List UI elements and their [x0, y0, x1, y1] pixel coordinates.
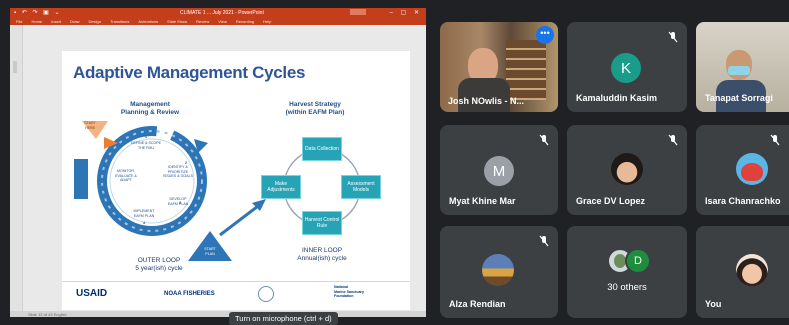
noaa-logo: NOAA FISHERIES [164, 291, 215, 297]
cycle-step: MONITOR, EVALUATE & ADAPT [115, 169, 137, 182]
foundation-logo: National Marine Sanctuary Foundation [334, 285, 364, 298]
participant-tile[interactable]: You [696, 226, 789, 318]
make-adjustments-box: Make Adjustments [261, 175, 301, 199]
participant-name: You [705, 299, 722, 309]
assessment-models-box: Assessment Models [341, 175, 381, 199]
more-options-icon[interactable]: ••• [536, 26, 554, 44]
participant-name: Isara Chanrachko [705, 196, 781, 206]
menu-item[interactable]: Design [88, 19, 100, 24]
menu-item[interactable]: Draw [70, 19, 79, 24]
avatar [482, 254, 514, 286]
bookshelf [506, 40, 546, 100]
person-shirt [458, 78, 510, 112]
participant-name: Alza Rendian [449, 299, 506, 309]
window-controls[interactable]: – ▢ ✕ [390, 9, 422, 16]
menu-item[interactable]: Slide Show [167, 19, 187, 24]
menu-item[interactable]: Home [31, 19, 42, 24]
menu-item[interactable]: Recording [236, 19, 254, 24]
logo-bar: USAID NOAA FISHERIES National Marine San… [62, 281, 410, 306]
menu-item[interactable]: Insert [51, 19, 61, 24]
participant-tile[interactable]: D 30 others [567, 226, 687, 318]
start-plan-label: START PLAN [204, 247, 216, 256]
menu-item[interactable]: Help [263, 19, 271, 24]
mic-off-icon [770, 134, 780, 146]
menu-item[interactable]: Animations [138, 19, 158, 24]
inner-loop-label: INNER LOOP Annual(ish) cycle [297, 247, 347, 262]
ppt-status-bar: Slide 12 of 43 English [10, 311, 426, 317]
participant-tile[interactable]: ••• Josh NOwlis - N... [440, 22, 558, 112]
participant-tile[interactable]: Grace DV Lopez [567, 125, 687, 215]
slide: Adaptive Management Cycles Management Pl… [62, 51, 410, 310]
harvest-heading: Harvest Strategy (within EAFM Plan) [285, 101, 345, 116]
participant-tile[interactable]: Isara Chanrachko [696, 125, 789, 215]
cycle-step: IMPLEMENT EAFM PLAN [133, 209, 155, 218]
participant-tile[interactable]: M Myat Khine Mar [440, 125, 558, 215]
microphone-tooltip: Turn on microphone (ctrl + d) [229, 312, 338, 325]
mic-off-icon [668, 134, 678, 146]
participant-name: Kamaluddin Kasim [576, 93, 658, 103]
window-title: CLIMATE 1 ... July 2021 - PowerPoint [180, 10, 264, 16]
participant-name: Josh NOwlis - N... [448, 96, 525, 106]
data-collection-box: Data Collection [302, 137, 342, 161]
shared-screen: ▪ ↶ ↷ ▣ ⌄ CLIMATE 1 ... July 2021 - Powe… [10, 8, 426, 317]
others-count: 30 others [607, 282, 647, 293]
avatar [736, 153, 768, 185]
thumbnail-scroll[interactable] [13, 61, 17, 73]
seal-icon [258, 286, 274, 302]
slide-thumbnail-pane[interactable] [10, 25, 23, 311]
share-button[interactable] [350, 9, 366, 15]
person-face [726, 50, 752, 80]
participant-tile[interactable]: Tanapat Sorragi [696, 22, 789, 112]
menu-item[interactable]: View [218, 19, 227, 24]
participant-name: Tanapat Sorragi [705, 93, 773, 103]
face-mask [728, 66, 750, 75]
start-plan-arrow [188, 199, 266, 261]
cycle-number: 4 [143, 221, 145, 225]
participant-tile[interactable]: Alza Rendian [440, 226, 558, 318]
avatar: M [484, 156, 514, 186]
mic-off-icon [539, 235, 549, 247]
powerpoint-title-bar: ▪ ↶ ↷ ▣ ⌄ CLIMATE 1 ... July 2021 - Powe… [10, 8, 426, 17]
menu-item[interactable]: Review [196, 19, 209, 24]
ribbon-menu: File Home Insert Draw Design Transitions… [10, 17, 426, 25]
participant-name: Myat Khine Mar [449, 196, 516, 206]
cycle-number: 5 [109, 201, 111, 205]
avatar [611, 153, 643, 185]
avatar [736, 254, 768, 286]
start-here-label: START HERE [84, 121, 96, 130]
cycle-step: DEFINE & SCOPE THE FMU [130, 141, 162, 150]
avatar: D [625, 248, 651, 274]
usaid-logo: USAID [76, 288, 108, 299]
quick-access-icons: ▪ ↶ ↷ ▣ ⌄ [14, 10, 62, 16]
participant-name: Grace DV Lopez [576, 196, 646, 206]
cycle-number: 1 [145, 135, 147, 139]
harvest-control-rule-box: Harvest Control Rule [302, 211, 342, 235]
participant-tile[interactable]: K Kamaluddin Kasim [567, 22, 687, 112]
mic-off-icon [668, 31, 678, 43]
cycle-step: IDENTIFY & PRIORITIZE ISSUES & GOALS [163, 165, 193, 178]
menu-item[interactable]: File [16, 19, 22, 24]
management-heading: Management Planning & Review [120, 101, 180, 116]
slide-title: Adaptive Management Cycles [73, 63, 306, 82]
menu-item[interactable]: Transitions [110, 19, 129, 24]
mic-off-icon [539, 134, 549, 146]
avatar: K [611, 53, 641, 83]
